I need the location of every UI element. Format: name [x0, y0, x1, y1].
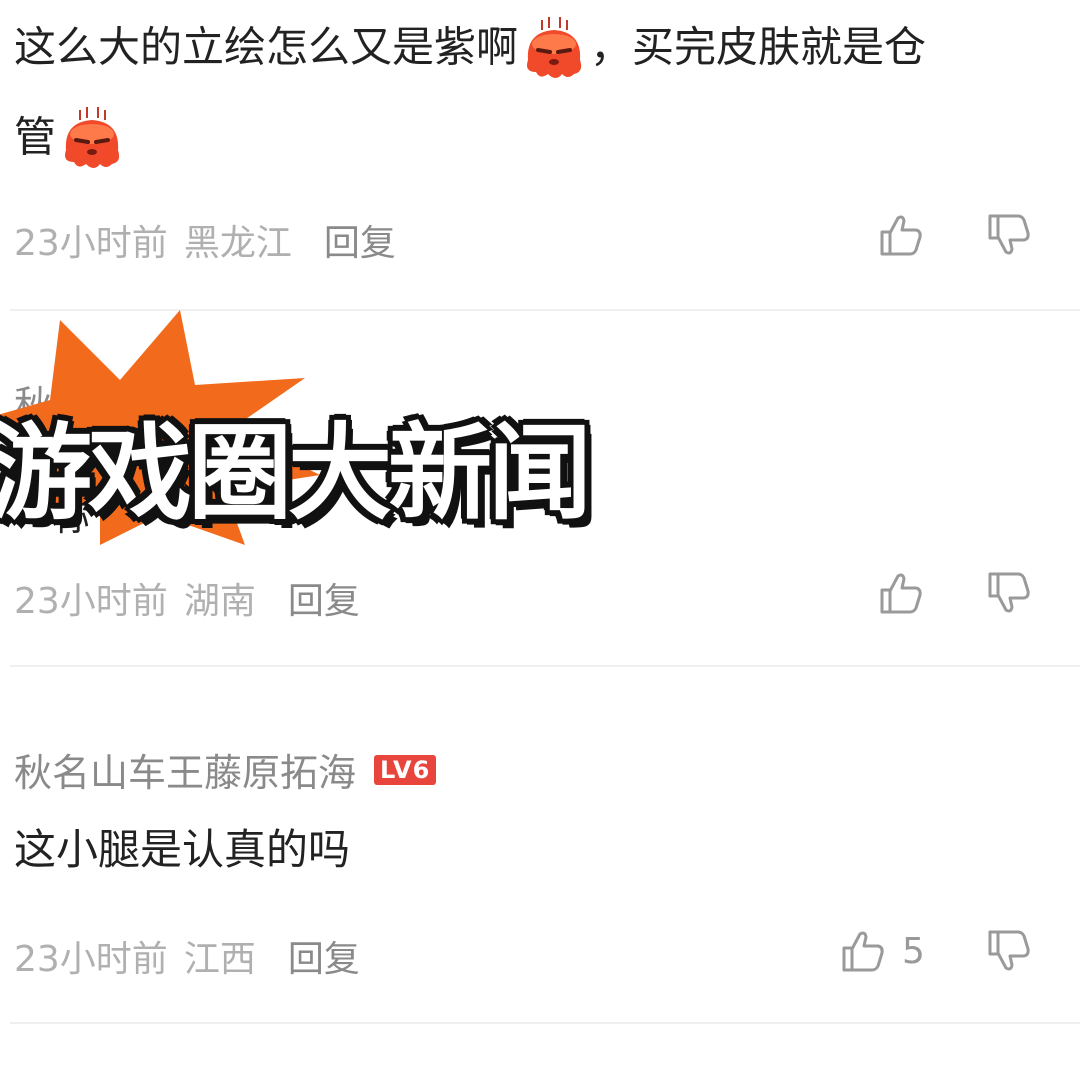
comment-actions: 5 [838, 926, 1034, 976]
comment-meta: 23小时前 湖南 回复 [14, 572, 360, 624]
like-button[interactable] [876, 210, 926, 260]
comment-actions [876, 210, 1034, 260]
reply-button[interactable]: 回复 [288, 572, 360, 624]
comment-actions [876, 568, 1034, 618]
comment-text: 这么大的立绘怎么又是紫啊 ，买完皮肤就是仓 [14, 14, 926, 86]
comment-meta: 23小时前 江西 回复 [14, 930, 360, 982]
comment-text-line2: 管 [14, 104, 128, 176]
sweating-octopus-emoji-icon [518, 14, 590, 86]
comment-time: 23小时前 [14, 581, 168, 622]
comment-username: 秋名山车王藤原拓海 LV6 [14, 742, 437, 797]
reply-button[interactable]: 回复 [324, 214, 396, 266]
thumbs-up-icon [876, 568, 926, 618]
comment-text: 这小腿是认真的吗 [14, 825, 351, 874]
like-count: 5 [902, 930, 925, 972]
sweating-octopus-emoji-icon [56, 104, 128, 176]
reply-button[interactable]: 回复 [288, 930, 360, 982]
comment-time: 23小时前 [14, 223, 168, 264]
comment-location: 黑龙江 [183, 223, 292, 264]
divider [10, 665, 1080, 667]
thumbs-down-icon[interactable] [984, 210, 1034, 260]
thumbs-down-icon[interactable] [984, 926, 1034, 976]
comment-location: 江西 [183, 939, 256, 980]
comment-location: 湖南 [183, 581, 256, 622]
level-badge: LV6 [374, 754, 437, 785]
like-button[interactable] [876, 568, 926, 618]
comment-text-line2-text: 管 [14, 112, 57, 162]
like-button[interactable]: 5 [838, 926, 926, 976]
thumbs-up-icon [876, 210, 926, 260]
comment-text-part2: ，买完皮肤就是仓 [590, 22, 927, 72]
comment-time: 23小时前 [14, 939, 168, 980]
comment-text-part1: 这么大的立绘怎么又是紫啊 [14, 22, 519, 72]
username-text[interactable]: 秋名山车王藤原拓海 [14, 742, 356, 797]
thumbs-up-icon [838, 926, 888, 976]
thumbs-down-icon[interactable] [984, 568, 1034, 618]
news-banner-title: 游戏圈大新闻 [0, 412, 592, 534]
comment-meta: 23小时前 黑龙江 回复 [14, 214, 396, 266]
divider [10, 1022, 1080, 1024]
